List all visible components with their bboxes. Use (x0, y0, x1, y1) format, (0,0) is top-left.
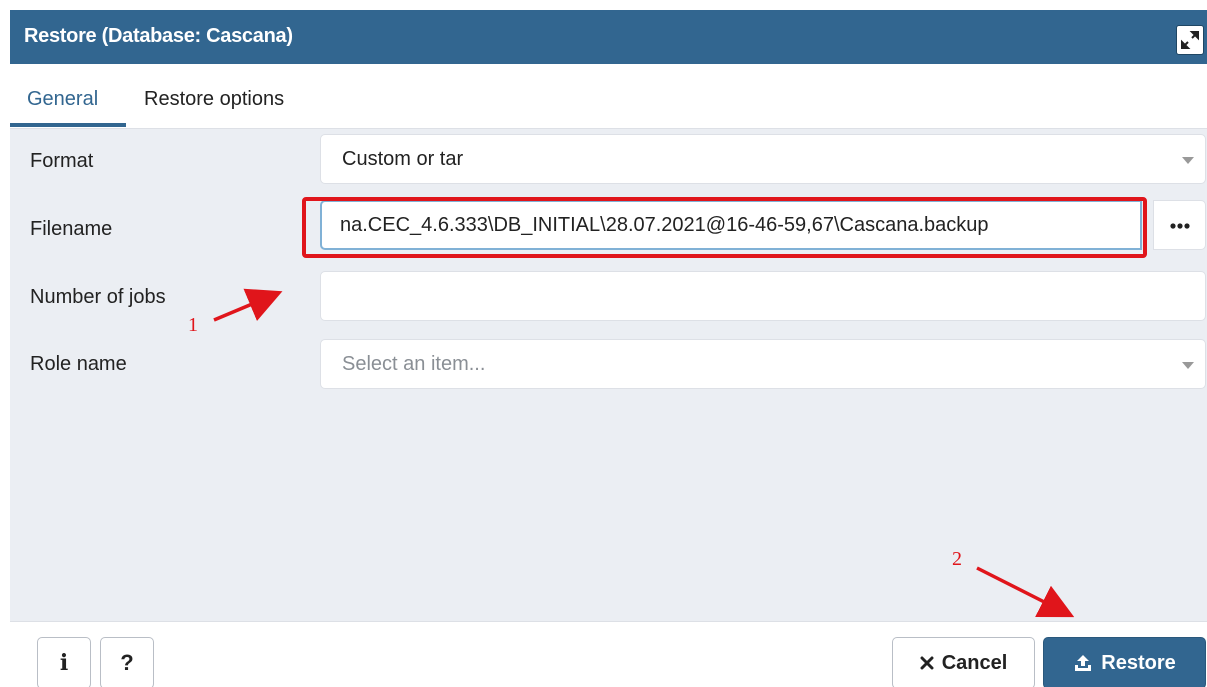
chevron-down-icon (1182, 362, 1194, 369)
close-icon (920, 656, 934, 670)
filename-label: Filename (30, 218, 113, 240)
jobs-label: Number of jobs (30, 286, 166, 308)
browse-file-button[interactable] (1153, 200, 1206, 250)
info-button[interactable]: i (37, 637, 91, 687)
cancel-label: Cancel (941, 651, 1008, 674)
annotation-step-1: 1 (188, 314, 198, 336)
format-value: Custom or tar (342, 148, 464, 170)
help-button[interactable]: ? (100, 637, 154, 687)
restore-button[interactable]: Restore (1043, 637, 1206, 687)
dialog-footer: i ? Cancel Restore (10, 621, 1207, 687)
tab-general[interactable]: General (27, 88, 98, 111)
filename-input[interactable]: na.CEC_4.6.333\DB_INITIAL\28.07.2021@16-… (320, 200, 1142, 250)
cancel-button[interactable]: Cancel (892, 637, 1035, 687)
role-select[interactable]: Select an item... (320, 339, 1206, 389)
dialog-title: Restore (Database: Cascana) (24, 25, 293, 47)
help-icon: ? (120, 650, 134, 675)
expand-icon[interactable] (1176, 25, 1204, 55)
annotation-step-2: 2 (952, 548, 962, 570)
role-placeholder: Select an item... (342, 353, 486, 375)
chevron-down-icon (1182, 157, 1194, 164)
restore-dialog: Restore (Database: Cascana) General Rest… (10, 10, 1207, 687)
restore-label: Restore (1101, 651, 1176, 674)
dialog-titlebar[interactable]: Restore (Database: Cascana) (10, 10, 1207, 64)
jobs-input[interactable] (320, 271, 1206, 321)
format-select[interactable]: Custom or tar (320, 134, 1206, 184)
format-label: Format (30, 150, 94, 172)
role-label: Role name (30, 353, 127, 375)
upload-icon (1075, 655, 1092, 671)
active-tab-indicator (10, 123, 126, 127)
info-icon: i (59, 650, 69, 676)
filename-value: na.CEC_4.6.333\DB_INITIAL\28.07.2021@16-… (340, 214, 989, 236)
ellipsis-icon (1170, 223, 1190, 229)
tab-bar: General Restore options (10, 64, 1207, 129)
tab-restore-options[interactable]: Restore options (144, 88, 284, 111)
